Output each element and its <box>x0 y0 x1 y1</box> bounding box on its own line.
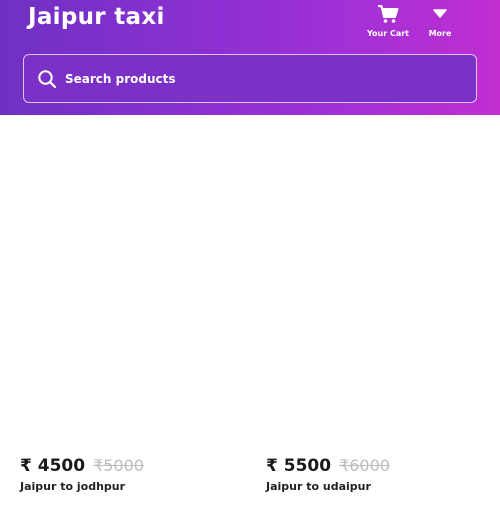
search-bar <box>23 54 477 103</box>
cart-button[interactable]: Your Cart <box>362 2 414 42</box>
cart-label: Your Cart <box>366 29 410 38</box>
chevron-down-icon <box>433 2 447 26</box>
product-price: ₹ 5500 <box>266 456 332 476</box>
more-label: More <box>428 29 452 38</box>
product-old-price: ₹6000 <box>339 456 390 475</box>
search-input[interactable] <box>65 71 445 86</box>
product-price: ₹ 4500 <box>20 456 86 476</box>
product-card[interactable]: ₹ 5500 ₹6000 Jaipur to udaipur <box>266 456 486 493</box>
price-row: ₹ 4500 ₹5000 <box>20 456 240 476</box>
price-row: ₹ 5500 ₹6000 <box>266 456 486 476</box>
more-button[interactable]: More <box>414 2 466 42</box>
product-title[interactable]: Jaipur to udaipur <box>266 480 486 493</box>
brand-title[interactable]: Jaipur taxi <box>28 4 165 30</box>
product-title[interactable]: Jaipur to jodhpur <box>20 480 240 493</box>
app-header: Jaipur taxi Your Cart More <box>0 0 500 115</box>
product-card[interactable]: ₹ 4500 ₹5000 Jaipur to jodhpur <box>20 456 240 493</box>
product-old-price: ₹5000 <box>93 456 144 475</box>
search-icon[interactable] <box>37 69 57 89</box>
cart-icon <box>377 2 399 26</box>
